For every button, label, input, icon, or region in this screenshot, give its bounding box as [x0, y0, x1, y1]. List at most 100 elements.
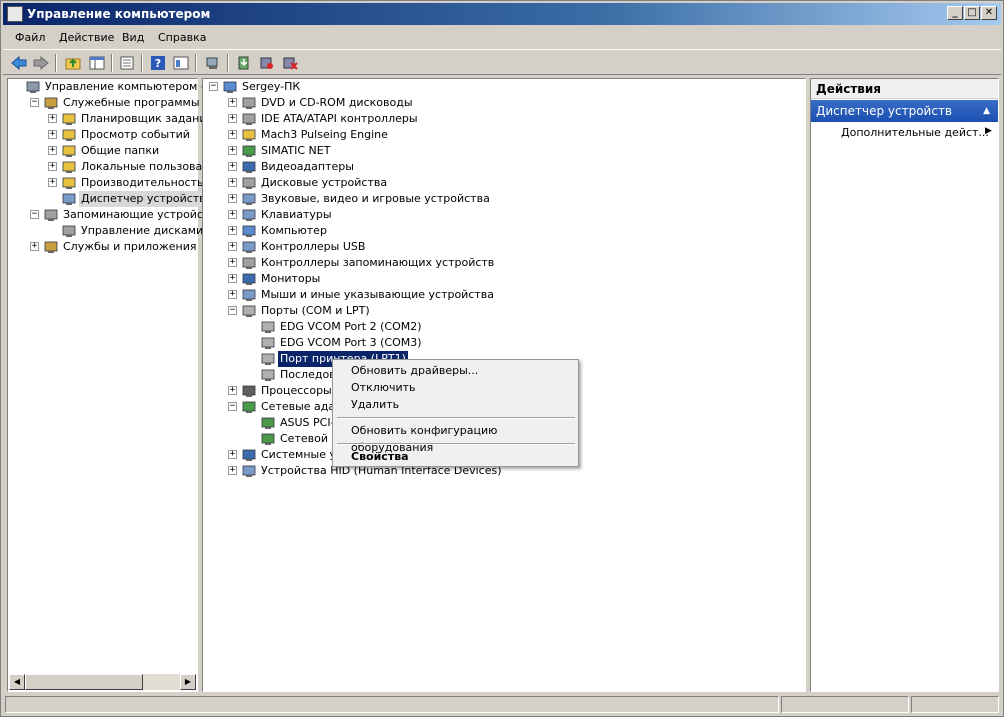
expand-icon[interactable]: +: [228, 274, 237, 283]
status-pane-2: [781, 696, 909, 713]
expand-icon[interactable]: +: [228, 290, 237, 299]
device-tree-node[interactable]: + Мыши и иные указывающие устройства: [203, 287, 805, 303]
menu-update-drivers[interactable]: Обновить драйверы...: [351, 362, 478, 379]
console-tree-pane[interactable]: Управление компьютером (лока − Служебные п…: [7, 78, 232, 692]
device-tree-node[interactable]: + DVD и CD-ROM дисководы: [203, 95, 805, 111]
device-tree-node[interactable]: + Звуковые, видео и игровые устройства: [203, 191, 805, 207]
collapse-icon[interactable]: −: [30, 210, 39, 219]
collapse-arrow-icon[interactable]: ▲: [983, 100, 990, 122]
expand-icon[interactable]: +: [228, 258, 237, 267]
close-button[interactable]: ✕: [981, 6, 997, 20]
device-tree-node[interactable]: − Порты (COM и LPT): [203, 303, 805, 319]
menu-file[interactable]: Файл: [15, 30, 45, 46]
actions-section-device-manager[interactable]: Диспетчер устройств ▲: [811, 100, 998, 122]
menu-properties[interactable]: Свойства: [351, 448, 409, 465]
folder-icon: [61, 111, 77, 127]
console-tree-node[interactable]: + Службы и приложения: [8, 239, 197, 255]
expand-icon[interactable]: +: [228, 242, 237, 251]
menu-view[interactable]: Вид: [122, 30, 144, 46]
view-icon[interactable]: [171, 53, 191, 73]
help-icon[interactable]: ?: [148, 53, 168, 73]
scroll-thumb[interactable]: [25, 674, 143, 690]
expand-icon[interactable]: +: [48, 130, 57, 139]
console-tree-node[interactable]: − Запоминающие устройства: [8, 207, 223, 223]
more-actions-item[interactable]: Дополнительные дейст... ▶: [841, 126, 992, 139]
back-arrow-icon[interactable]: [9, 53, 29, 73]
minimize-button[interactable]: _: [947, 6, 963, 20]
menu-uninstall[interactable]: Удалить: [351, 396, 399, 413]
expand-icon[interactable]: +: [228, 130, 237, 139]
horizontal-scrollbar[interactable]: ◀ ▶: [9, 674, 196, 690]
device-tree-node[interactable]: EDG VCOM Port 3 (COM3): [203, 335, 805, 351]
expand-icon[interactable]: +: [48, 162, 57, 171]
expand-icon[interactable]: +: [228, 466, 237, 475]
device-tree-node-label: Мыши и иные указывающие устройства: [261, 288, 495, 301]
up-folder-icon[interactable]: [63, 53, 83, 73]
console-tree-node[interactable]: + Общие папки: [8, 143, 197, 159]
scroll-left-icon[interactable]: ◀: [9, 674, 25, 690]
device-tree-node[interactable]: + Контроллеры запоминающих устройств: [203, 255, 805, 271]
collapse-icon[interactable]: −: [228, 402, 237, 411]
expand-icon[interactable]: +: [228, 226, 237, 235]
console-tree-node[interactable]: + Локальные пользовател: [8, 159, 223, 175]
disk-icon: [241, 175, 257, 191]
expand-icon[interactable]: +: [228, 386, 237, 395]
device-tree-node[interactable]: + Контроллеры USB: [203, 239, 805, 255]
menu-scan-hardware[interactable]: Обновить конфигурацию оборудования: [351, 422, 578, 454]
console-tree-node[interactable]: + Планировщик заданий: [8, 111, 214, 127]
console-tree-node[interactable]: + Просмотр событий: [8, 127, 197, 143]
maximize-button[interactable]: □: [964, 6, 980, 20]
device-tree-node[interactable]: EDG VCOM Port 2 (COM2): [203, 319, 805, 335]
device-tree-node[interactable]: + Дисковые устройства: [203, 175, 805, 191]
console-tree-node[interactable]: Управление дисками: [8, 223, 203, 239]
forward-arrow-icon[interactable]: [31, 53, 51, 73]
title-bar[interactable]: Управление компьютером _ □ ✕: [3, 3, 1001, 25]
collapse-icon[interactable]: −: [209, 82, 218, 91]
device-tree-node[interactable]: + Клавиатуры: [203, 207, 805, 223]
console-tree-node-label: Просмотр событий: [81, 128, 190, 141]
net-icon: [241, 399, 257, 415]
menu-disable[interactable]: Отключить: [351, 379, 416, 396]
scan-hardware-icon[interactable]: [203, 53, 223, 73]
console-tree-node[interactable]: Управление компьютером (лока: [8, 79, 232, 95]
port-icon: [260, 367, 276, 383]
expand-icon[interactable]: +: [228, 178, 237, 187]
menu-action[interactable]: Действие: [59, 30, 114, 46]
device-tree-node-label: EDG VCOM Port 2 (COM2): [280, 320, 422, 333]
show-tree-icon[interactable]: [87, 53, 107, 73]
expand-icon[interactable]: +: [228, 162, 237, 171]
disable-device-icon[interactable]: [257, 53, 277, 73]
device-tree-node-label: Порты (COM и LPT): [261, 304, 370, 317]
console-tree-node[interactable]: − Служебные программы: [8, 95, 200, 111]
collapse-icon[interactable]: −: [30, 98, 39, 107]
expand-icon[interactable]: +: [228, 98, 237, 107]
device-tree-node[interactable]: + Видеоадаптеры: [203, 159, 805, 175]
window-title: Управление компьютером: [27, 7, 211, 21]
expand-icon[interactable]: +: [228, 114, 237, 123]
menu-help[interactable]: Справка: [158, 30, 206, 46]
expand-icon[interactable]: +: [228, 210, 237, 219]
device-tree-node[interactable]: + Mach3 Pulseing Engine: [203, 127, 805, 143]
device-tree-node[interactable]: + Мониторы: [203, 271, 805, 287]
device-tree-node-label: Видеоадаптеры: [261, 160, 354, 173]
device-tree-node[interactable]: + Компьютер: [203, 223, 805, 239]
uninstall-device-icon[interactable]: [280, 53, 300, 73]
properties-icon[interactable]: [117, 53, 137, 73]
root-icon: [25, 79, 41, 95]
device-tree-node-label: Сетевые ада: [261, 400, 336, 413]
expand-icon[interactable]: +: [48, 114, 57, 123]
scroll-right-icon[interactable]: ▶: [180, 674, 196, 690]
expand-icon[interactable]: +: [228, 146, 237, 155]
expand-icon[interactable]: +: [228, 194, 237, 203]
expand-icon[interactable]: +: [228, 450, 237, 459]
expand-icon[interactable]: +: [30, 242, 39, 251]
console-tree-node[interactable]: Диспетчер устройств: [8, 191, 208, 207]
console-tree-node[interactable]: + Производительность: [8, 175, 204, 191]
expand-icon[interactable]: +: [48, 146, 57, 155]
expand-icon[interactable]: +: [48, 178, 57, 187]
device-tree-node[interactable]: + SIMATIC NET: [203, 143, 805, 159]
device-tree-node[interactable]: + IDE ATA/ATAPI контроллеры: [203, 111, 805, 127]
collapse-icon[interactable]: −: [228, 306, 237, 315]
device-tree-node[interactable]: − Sergey-ПК: [203, 79, 805, 95]
update-driver-icon[interactable]: [234, 53, 254, 73]
